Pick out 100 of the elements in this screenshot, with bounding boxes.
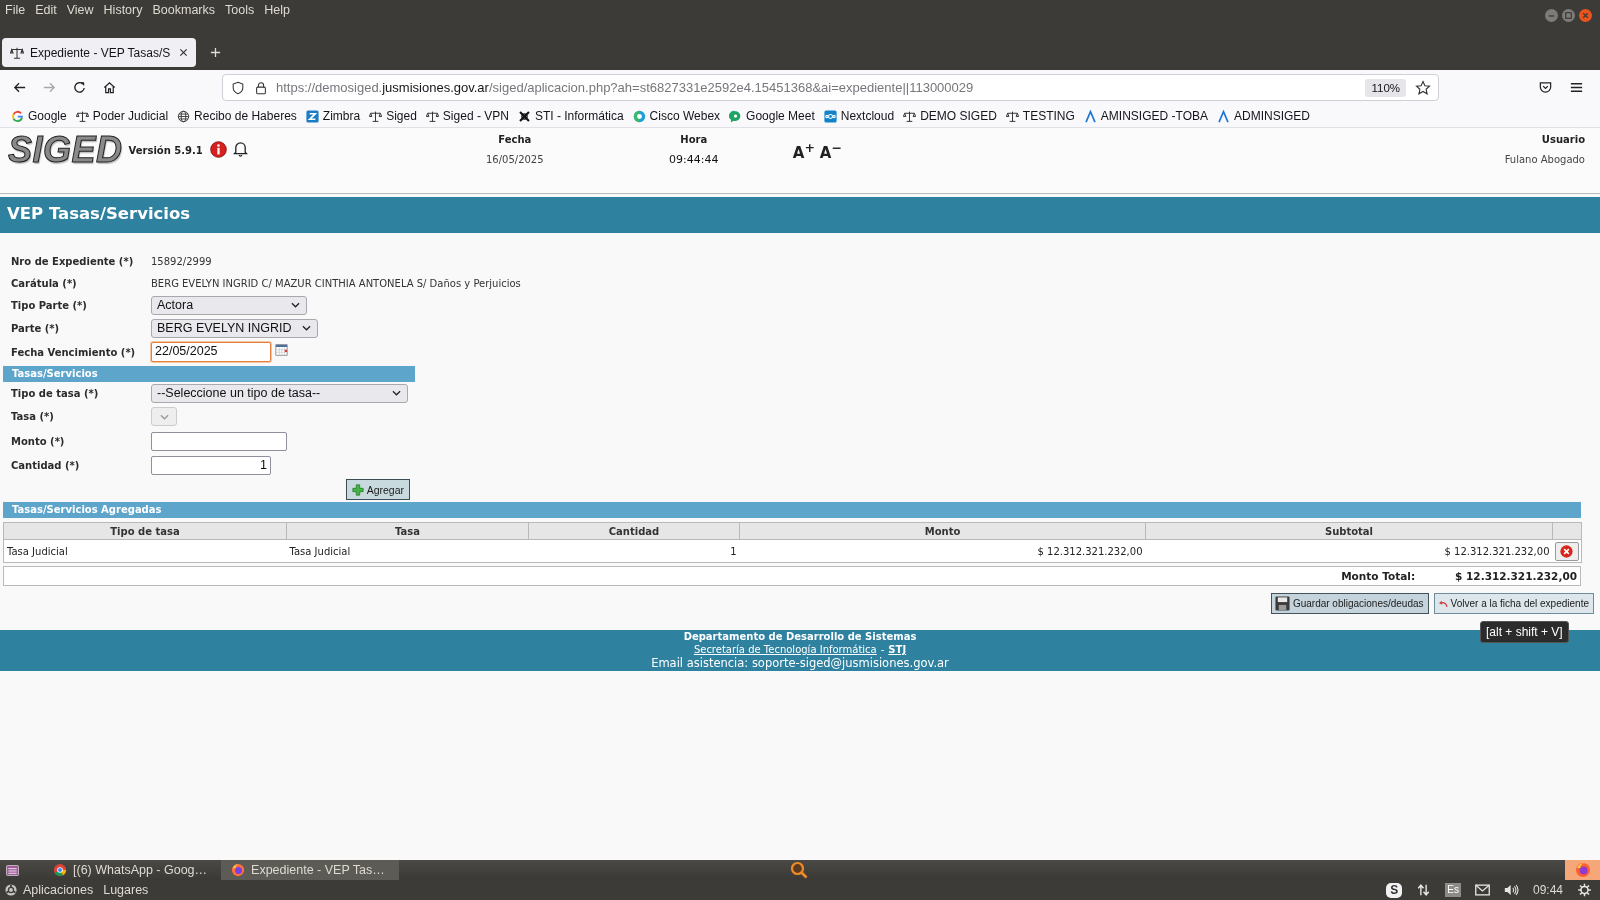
bookmark-link[interactable]: Siged - VPN [425, 109, 509, 123]
home-icon[interactable] [102, 80, 117, 95]
menu-item[interactable]: History [103, 3, 143, 18]
date-field[interactable]: 22/05/2025 [151, 342, 271, 362]
table-cell: 1 [528, 539, 740, 563]
field-label: Tasa (*) [10, 411, 55, 422]
column-header: Monto [739, 522, 1146, 540]
bookmark-link[interactable]: Recibo de Haberes [177, 109, 297, 123]
decrease-text-button[interactable]: A$^{−}$ [819, 138, 842, 163]
maximize-icon[interactable] [1562, 9, 1575, 22]
select-field[interactable]: BERG EVELYN INGRID [151, 318, 318, 338]
remove-icon [1560, 544, 1573, 558]
zoom-level-badge[interactable]: 110% [1365, 78, 1406, 97]
menu-icon[interactable] [1569, 80, 1584, 95]
circle-logo-icon[interactable] [5, 884, 17, 896]
table-cell: Tasa Judicial [3, 539, 287, 563]
bookmark-link[interactable]: Poder Judicial [75, 109, 169, 123]
back-arrow-icon[interactable] [12, 80, 27, 95]
text-field[interactable] [151, 431, 287, 451]
back-button[interactable]: Volver a la ficha del expediente [1433, 593, 1594, 614]
time-label: Hora [680, 133, 708, 146]
pocket-icon[interactable] [1538, 80, 1553, 95]
z-logo-icon [305, 109, 319, 123]
close-icon[interactable] [1579, 9, 1592, 22]
clock-text[interactable]: 09:44 [1532, 883, 1563, 897]
crossed-tools-icon [517, 109, 531, 123]
bookmark-link[interactable]: Zimbra [305, 109, 361, 123]
field-value: 15892/2999 [151, 256, 212, 267]
globe-icon [177, 109, 191, 123]
text-field[interactable]: 1 [151, 455, 271, 475]
section-header: Tasas/Servicios Agregadas [3, 502, 1581, 518]
bell-icon[interactable] [232, 140, 248, 157]
reload-icon[interactable] [72, 80, 87, 95]
field-label: Carátula (*) [10, 277, 78, 289]
bookmark-link[interactable]: Google Meet [729, 109, 815, 123]
menu-item[interactable]: Help [264, 3, 290, 18]
info-icon[interactable] [209, 141, 227, 158]
total-value: $ 12.312.321.232,00 [1455, 570, 1577, 582]
menu-item[interactable]: View [66, 3, 94, 18]
taskbar-window[interactable]: [(6) WhatsApp - Goog… [43, 860, 222, 880]
column-header: Tasa [286, 522, 529, 540]
calendar-icon[interactable] [275, 344, 288, 356]
peak-icon [1083, 109, 1097, 123]
chevron-down-icon [301, 325, 311, 331]
plus-icon [351, 483, 364, 496]
menu-item[interactable]: Tools [225, 3, 255, 18]
browser-icon[interactable] [1574, 862, 1591, 878]
bookmark-link[interactable]: Cisco Webex [632, 109, 721, 123]
bookmark-link[interactable]: Siged [369, 109, 417, 123]
taskbar-window[interactable]: Expediente - VEP Tas… [221, 860, 399, 880]
bookmark-link[interactable]: ADMINSIGED [1217, 109, 1310, 123]
secretaria-link[interactable]: Secretaría de Tecnología Informática [693, 643, 877, 656]
close-tab-icon[interactable] [179, 48, 189, 57]
panel-menu-item[interactable]: Lugares [103, 883, 149, 897]
panel-menu-item[interactable]: Aplicaciones [23, 883, 94, 897]
volume-icon[interactable] [1503, 883, 1519, 897]
field-label: Cantidad (*) [10, 459, 81, 471]
column-header: Subtotal [1145, 522, 1553, 540]
browser-tab[interactable]: Expediente - VEP Tasas/S [2, 38, 197, 67]
scales-icon [369, 109, 383, 123]
footer-department: Departamento de Desarrollo de Sistemas [683, 630, 917, 643]
bookmark-link[interactable]: STI - Informática [517, 109, 624, 123]
minimize-icon[interactable] [1545, 9, 1558, 22]
bookmark-link[interactable]: TESTING [1005, 109, 1075, 123]
date-label: Fecha [498, 133, 532, 146]
g-logo-icon [11, 109, 24, 123]
bookmark-link[interactable]: Google [11, 109, 67, 123]
save-button[interactable]: Guardar obligaciones/deudas [1270, 593, 1429, 614]
browser-icon [231, 863, 246, 877]
time-value: 09:44:44 [669, 153, 719, 166]
delete-button[interactable] [1554, 541, 1579, 561]
user-name: Fulano Abogado [1504, 153, 1585, 166]
select-field[interactable]: Actora [151, 295, 307, 315]
chevron-down-icon [291, 302, 300, 308]
menu-item[interactable]: Edit [35, 3, 57, 18]
window-list-icon[interactable] [6, 864, 19, 876]
new-tab-icon[interactable] [210, 47, 222, 58]
star-icon[interactable] [1415, 79, 1431, 96]
circles-tile-icon [823, 109, 837, 123]
bookmark-link[interactable]: AMINSIGED -TOBA [1083, 109, 1208, 123]
scales-icon [1005, 109, 1019, 123]
menu-item[interactable]: File [5, 3, 26, 18]
increase-text-button[interactable]: A$^{+}$ [792, 138, 815, 163]
stj-link[interactable]: STJ [888, 643, 907, 656]
field-label: Nro de Expediente (*) [10, 256, 135, 267]
shortcut-tooltip: [alt + shift + V] [1480, 621, 1569, 643]
bookmark-link[interactable]: DEMO SIGED [903, 109, 997, 123]
add-button[interactable]: Agregar [345, 479, 410, 500]
shield-icon[interactable] [231, 80, 245, 95]
bookmark-link[interactable]: Nextcloud [823, 109, 895, 123]
lock-icon[interactable] [254, 80, 268, 95]
magnifier-icon[interactable] [790, 861, 808, 879]
scales-icon [903, 109, 917, 123]
address-field[interactable]: https://demosiged.jusmisiones.gov.ar/siged/aplicacion.php?ah=st6827331e2592e4.15451368&ai=expediente||113000029 110% [222, 74, 1439, 101]
menu-item[interactable]: Bookmarks [152, 3, 215, 18]
select-field[interactable]: --Seleccione un tipo de tasa-- [151, 383, 408, 403]
tray-indicator[interactable]: S [1386, 882, 1403, 898]
settings-icon[interactable] [1577, 883, 1592, 897]
transfer-arrows-icon[interactable] [1416, 883, 1432, 897]
mail-icon[interactable] [1474, 883, 1490, 897]
